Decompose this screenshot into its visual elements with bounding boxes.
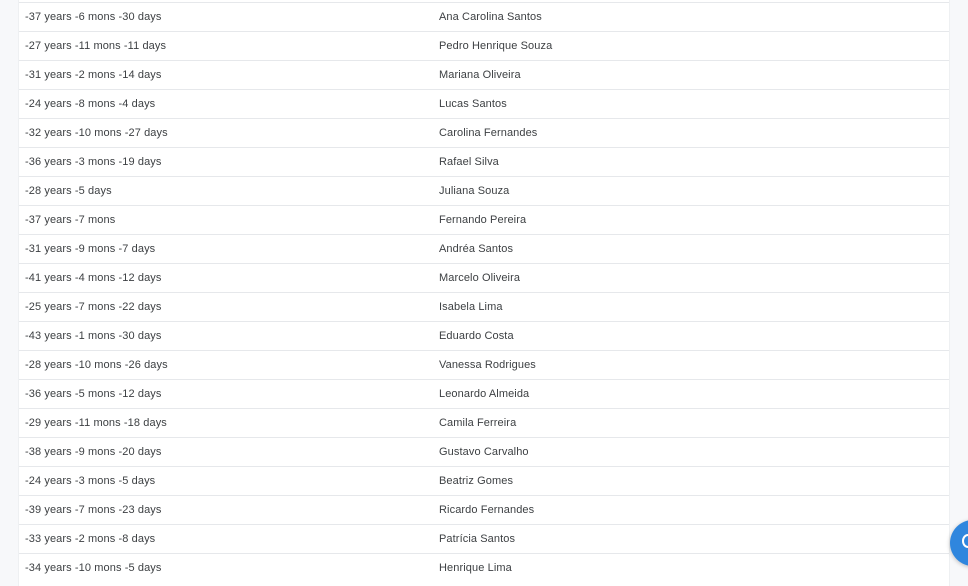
age-cell: -36 years -5 mons -12 days bbox=[25, 388, 162, 400]
results-table: -37 years -6 mons -30 days Ana Carolina S… bbox=[19, 2, 949, 582]
age-cell: -24 years -3 mons -5 days bbox=[25, 475, 156, 487]
table-row[interactable]: -37 years -7 mons Fernando Pereira bbox=[19, 205, 949, 234]
table-row[interactable]: -34 years -10 mons -5 days Henrique Lima bbox=[19, 553, 949, 582]
floating-action-button[interactable] bbox=[950, 520, 968, 566]
age-cell: -36 years -3 mons -19 days bbox=[25, 156, 162, 168]
table-row[interactable]: -39 years -7 mons -23 days Ricardo Fernan… bbox=[19, 495, 949, 524]
age-cell: -39 years -7 mons -23 days bbox=[25, 504, 162, 516]
page: -37 years -6 mons -30 days Ana Carolina S… bbox=[0, 0, 968, 586]
table-row[interactable]: -43 years -1 mons -30 days Eduardo Costa bbox=[19, 321, 949, 350]
age-cell: -31 years -2 mons -14 days bbox=[25, 69, 162, 81]
table-row[interactable]: -24 years -3 mons -5 days Beatriz Gomes bbox=[19, 466, 949, 495]
table-row[interactable]: -31 years -9 mons -7 days Andréa Santos bbox=[19, 234, 949, 263]
name-cell: Mariana Oliveira bbox=[439, 69, 521, 81]
age-cell: -38 years -9 mons -20 days bbox=[25, 446, 162, 458]
table-row[interactable]: -27 years -11 mons -11 days Pedro Henriqu… bbox=[19, 31, 949, 60]
table-row[interactable]: -36 years -5 mons -12 days Leonardo Almei… bbox=[19, 379, 949, 408]
age-cell: -37 years -6 mons -30 days bbox=[25, 11, 162, 23]
age-cell: -33 years -2 mons -8 days bbox=[25, 533, 156, 545]
table-row[interactable]: -36 years -3 mons -19 days Rafael Silva bbox=[19, 147, 949, 176]
name-cell: Ricardo Fernandes bbox=[439, 504, 535, 516]
name-cell: Fernando Pereira bbox=[439, 214, 527, 226]
name-cell: Patrícia Santos bbox=[439, 533, 516, 545]
name-cell: Gustavo Carvalho bbox=[439, 446, 529, 458]
name-cell: Andréa Santos bbox=[439, 243, 514, 255]
table-row[interactable]: -41 years -4 mons -12 days Marcelo Olivei… bbox=[19, 263, 949, 292]
name-cell: Marcelo Oliveira bbox=[439, 272, 521, 284]
results-panel: -37 years -6 mons -30 days Ana Carolina S… bbox=[18, 0, 950, 586]
name-cell: Beatriz Gomes bbox=[439, 475, 514, 487]
name-cell: Eduardo Costa bbox=[439, 330, 514, 342]
age-cell: -34 years -10 mons -5 days bbox=[25, 562, 162, 574]
age-cell: -29 years -11 mons -18 days bbox=[25, 417, 167, 429]
table-row[interactable]: -31 years -2 mons -14 days Mariana Olivei… bbox=[19, 60, 949, 89]
age-cell: -25 years -7 mons -22 days bbox=[25, 301, 162, 313]
name-cell: Ana Carolina Santos bbox=[439, 11, 542, 23]
age-cell: -28 years -10 mons -26 days bbox=[25, 359, 168, 371]
name-cell: Leonardo Almeida bbox=[439, 388, 530, 400]
table-row[interactable]: -32 years -10 mons -27 days Carolina Fern… bbox=[19, 118, 949, 147]
age-cell: -28 years -5 days bbox=[25, 185, 112, 197]
age-cell: -37 years -7 mons bbox=[25, 214, 116, 226]
age-cell: -41 years -4 mons -12 days bbox=[25, 272, 162, 284]
table-row[interactable]: -24 years -8 mons -4 days Lucas Santos bbox=[19, 89, 949, 118]
name-cell: Lucas Santos bbox=[439, 98, 507, 110]
table-row[interactable]: -29 years -11 mons -18 days Camila Ferrei… bbox=[19, 408, 949, 437]
name-cell: Rafael Silva bbox=[439, 156, 499, 168]
name-cell: Henrique Lima bbox=[439, 562, 512, 574]
table-row[interactable]: -28 years -10 mons -26 days Vanessa Rodri… bbox=[19, 350, 949, 379]
table-row[interactable]: -38 years -9 mons -20 days Gustavo Carval… bbox=[19, 437, 949, 466]
table-row[interactable]: -37 years -6 mons -30 days Ana Carolina S… bbox=[19, 2, 949, 31]
name-cell: Pedro Henrique Souza bbox=[439, 40, 553, 52]
name-cell: Carolina Fernandes bbox=[439, 127, 538, 139]
age-cell: -24 years -8 mons -4 days bbox=[25, 98, 156, 110]
table-row[interactable]: -28 years -5 days Juliana Souza bbox=[19, 176, 949, 205]
table-row[interactable]: -33 years -2 mons -8 days Patrícia Santos bbox=[19, 524, 949, 553]
age-cell: -43 years -1 mons -30 days bbox=[25, 330, 162, 342]
table-row[interactable]: -25 years -7 mons -22 days Isabela Lima bbox=[19, 292, 949, 321]
age-cell: -32 years -10 mons -27 days bbox=[25, 127, 168, 139]
name-cell: Juliana Souza bbox=[439, 185, 510, 197]
name-cell: Vanessa Rodrigues bbox=[439, 359, 536, 371]
age-cell: -27 years -11 mons -11 days bbox=[25, 40, 167, 52]
name-cell: Camila Ferreira bbox=[439, 417, 517, 429]
age-cell: -31 years -9 mons -7 days bbox=[25, 243, 156, 255]
name-cell: Isabela Lima bbox=[439, 301, 503, 313]
chat-icon bbox=[962, 534, 968, 548]
